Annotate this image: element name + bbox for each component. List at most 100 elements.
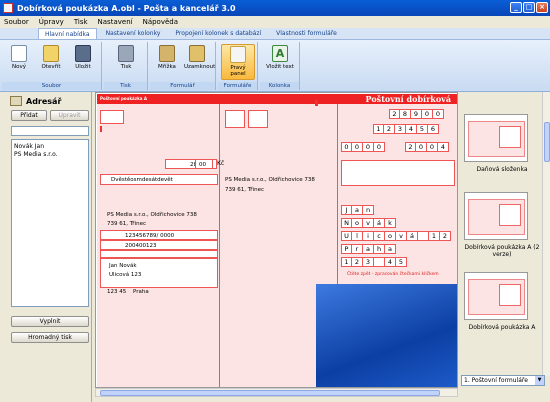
printer-icon <box>118 45 134 62</box>
lock-button[interactable]: Uzamknout <box>184 44 215 80</box>
new-button[interactable]: Nový <box>6 44 32 80</box>
group-tisk: Tisk Tisk <box>104 42 148 90</box>
marker <box>100 126 102 132</box>
menu-soubor[interactable]: Soubor <box>4 18 29 26</box>
list-item[interactable]: PS Media s.r.o. <box>14 151 86 159</box>
form-header: Poštovní poukázka A Poštovní dobírková <box>97 94 457 104</box>
save-button[interactable]: Uložit <box>70 44 96 80</box>
ribbon-tabs: Hlavní nabídka Nastavení kolonky Propoje… <box>0 28 550 40</box>
divider <box>219 104 220 387</box>
print-button[interactable]: Tisk <box>113 44 139 80</box>
divider <box>337 104 338 284</box>
group-label-kolonka: Kolonka <box>260 82 299 90</box>
stamp-box <box>248 110 268 128</box>
group-formular: Mřížka Uzamknout Formulář <box>150 42 216 90</box>
grid-zip[interactable]: 123 45 <box>341 257 407 267</box>
close-button[interactable]: × <box>536 2 548 13</box>
insert-text-button[interactable]: A Vložit text <box>264 44 296 80</box>
form-thumbnail[interactable] <box>464 192 528 240</box>
grid-icon <box>159 45 175 62</box>
forms-scrollbar[interactable] <box>542 92 550 376</box>
address-panel: Adresář Přidat Upravit Novák Jan PS Medi… <box>0 92 92 402</box>
payee-name-mid: PS Media s.r.o., Oldřichovice 738 <box>225 177 315 183</box>
menu-napoveda[interactable]: Nápověda <box>143 18 178 26</box>
chevron-down-icon: ▼ <box>535 376 544 385</box>
payee-city: 739 61, Třinec <box>107 221 146 227</box>
code-row-3[interactable]: 0000 <box>341 142 385 152</box>
address-book-icon <box>10 96 22 106</box>
tab-propojeni[interactable]: Propojení kolonek s databází <box>169 28 267 39</box>
amount-cents-field[interactable]: 00 <box>195 159 213 169</box>
marker <box>315 100 318 106</box>
code-row-4[interactable]: 2004 <box>405 142 449 152</box>
gray-area <box>341 160 455 186</box>
group-label-formular: Formulář <box>150 82 215 90</box>
document-canvas[interactable]: Poštovní poukázka A Poštovní dobírková 2… <box>95 92 458 388</box>
account-field[interactable]: 123456789/ 0000 <box>100 230 218 240</box>
menu-nastaveni[interactable]: Nastavení <box>98 18 133 26</box>
bulk-print-button[interactable]: Hromadný tisk <box>11 332 89 343</box>
fill-button[interactable]: Vyplnit <box>11 316 89 327</box>
payee-city-mid: 739 61, Třinec <box>225 187 264 193</box>
grid-city[interactable]: Praha <box>341 244 396 254</box>
add-contact-button[interactable]: Přidat <box>11 110 47 121</box>
minimize-button[interactable]: _ <box>510 2 522 13</box>
tab-vlastnosti[interactable]: Vlastnosti formuláře <box>270 28 343 39</box>
payee-name: PS Media s.r.o., Oldřichovice 738 <box>107 212 197 218</box>
desktop-background <box>316 284 457 387</box>
sender-box[interactable]: Jan Novák Ulicová 123 <box>100 258 218 288</box>
window-title: Dobírková poukázka A.obl - Pošta a kance… <box>17 3 236 13</box>
form-title: Poštovní dobírková <box>365 94 451 104</box>
vs-field[interactable]: 200400123 <box>100 240 218 250</box>
grid-name[interactable]: Jan <box>341 205 374 215</box>
grid-surname[interactable]: Novák <box>341 218 396 228</box>
tab-nastaveni-kolonky[interactable]: Nastavení kolonky <box>100 28 167 39</box>
panel-icon <box>230 46 246 63</box>
stamp-box <box>100 110 124 124</box>
thumb-label[interactable]: Daňová složenka <box>458 166 546 173</box>
save-icon <box>75 45 91 62</box>
sender-zip: 123 45 <box>107 289 127 295</box>
horizontal-scrollbar[interactable] <box>95 388 458 397</box>
stamp-box <box>225 110 245 128</box>
form-category-select[interactable]: 1. Poštovní formuláře ▼ <box>461 375 545 386</box>
form-thumbnail[interactable] <box>464 272 528 320</box>
app-icon <box>3 3 13 13</box>
edit-contact-button[interactable]: Upravit <box>50 110 89 121</box>
form-thumbnail[interactable] <box>464 114 528 162</box>
sender-city: Praha <box>133 289 149 295</box>
text-icon: A <box>272 45 288 62</box>
amount-words-field[interactable]: Dvěstěosmdesátdevět <box>100 174 218 185</box>
list-item[interactable]: Novák Jan <box>14 143 86 151</box>
maximize-button[interactable]: □ <box>523 2 535 13</box>
open-button[interactable]: Otevřít <box>38 44 64 80</box>
menu-tisk[interactable]: Tisk <box>74 18 88 26</box>
thumb-label[interactable]: Dobírková poukázka A (2 verze) <box>458 244 546 258</box>
address-book-title: Adresář <box>10 96 61 106</box>
postal-form: Poštovní poukázka A Poštovní dobírková 2… <box>97 94 457 387</box>
lock-icon <box>189 45 205 62</box>
code-row-1[interactable]: 28900 <box>389 109 444 119</box>
group-formulare: Pravý panel Formuláře <box>218 42 258 90</box>
group-kolonka: A Vložit text Kolonka <box>260 42 300 90</box>
code-row-2[interactable]: 123456 <box>373 124 439 134</box>
open-folder-icon <box>43 45 59 62</box>
new-document-icon <box>11 45 27 62</box>
tab-hlavni-nabidka[interactable]: Hlavní nabídka <box>38 28 97 39</box>
right-panel-button[interactable]: Pravý panel <box>221 44 255 80</box>
grid-button[interactable]: Mřížka <box>154 44 180 80</box>
ks-field[interactable] <box>100 250 218 258</box>
group-label-formulare: Formuláře <box>218 82 257 90</box>
group-soubor: Nový Otevřít Uložit Soubor <box>2 42 102 90</box>
contact-list: Novák Jan PS Media s.r.o. <box>11 139 89 307</box>
scroll-thumb[interactable] <box>544 122 550 162</box>
menu-upravy[interactable]: Úpravy <box>39 18 64 26</box>
ribbon: Nový Otevřít Uložit Soubor Tisk Tisk Mří… <box>0 40 550 92</box>
title-bar: Dobírková poukázka A.obl - Pošta a kance… <box>0 0 550 16</box>
currency-label: Kč <box>217 160 225 167</box>
address-search-input[interactable] <box>11 126 89 136</box>
thumb-label[interactable]: Dobírková poukázka A <box>458 324 546 331</box>
grid-street[interactable]: Ulicová 12 <box>341 231 451 241</box>
footer-note: Čtěte zpět - zpracován čtečkami klíčkem <box>347 272 439 277</box>
scroll-thumb[interactable] <box>100 390 440 396</box>
